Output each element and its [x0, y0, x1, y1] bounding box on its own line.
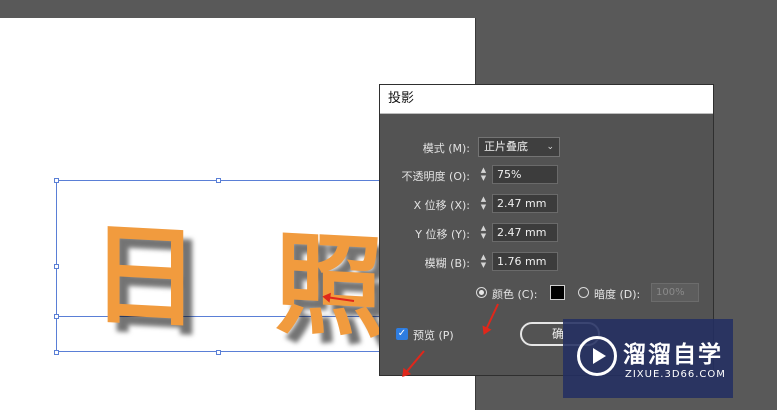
- mode-row: 模式 (M): 正片叠底 ⌄: [380, 137, 713, 157]
- stepper-icon[interactable]: ▲ ▼: [478, 224, 489, 242]
- preview-checkbox[interactable]: ✓: [396, 328, 408, 340]
- color-label: 颜色 (C):: [492, 288, 538, 301]
- dialog-title: 投影: [380, 85, 713, 114]
- color-radio[interactable]: [476, 287, 487, 298]
- selection-handle-bottom-left[interactable]: [54, 350, 59, 355]
- opacity-input[interactable]: 75%: [492, 165, 558, 184]
- x-offset-row: X 位移 (X): ▲ ▼ 2.47 mm: [380, 194, 713, 214]
- blur-row: 模糊 (B): ▲ ▼ 1.76 mm: [380, 252, 713, 272]
- selection-handle-bottom-middle[interactable]: [216, 350, 221, 355]
- darkness-radio[interactable]: [578, 287, 589, 298]
- selection-handle-top-left[interactable]: [54, 178, 59, 183]
- preview-label: 预览 (P): [413, 329, 454, 342]
- y-offset-input[interactable]: 2.47 mm: [492, 223, 558, 242]
- shadow-color-swatch[interactable]: [550, 285, 565, 300]
- blur-label: 模糊 (B):: [424, 257, 470, 270]
- watermark-title: 溜溜自学: [623, 342, 723, 368]
- stepper-icon[interactable]: ▲ ▼: [478, 253, 489, 271]
- blur-input[interactable]: 1.76 mm: [492, 252, 558, 271]
- y-offset-label: Y 位移 (Y):: [415, 228, 470, 241]
- stepper-icon[interactable]: ▲ ▼: [478, 166, 489, 184]
- selection-handle-middle-left[interactable]: [54, 264, 59, 269]
- mode-value: 正片叠底: [484, 140, 528, 153]
- y-offset-row: Y 位移 (Y): ▲ ▼ 2.47 mm: [380, 223, 713, 243]
- stepper-icon[interactable]: ▲ ▼: [478, 195, 489, 213]
- play-logo-icon: [577, 336, 617, 376]
- x-offset-label: X 位移 (X):: [413, 199, 470, 212]
- opacity-row: 不透明度 (O): ▲ ▼ 75%: [380, 165, 713, 185]
- opacity-label: 不透明度 (O):: [401, 170, 470, 183]
- x-offset-input[interactable]: 2.47 mm: [492, 194, 558, 213]
- watermark-url: ZIXUE.3D66.COM: [625, 369, 726, 380]
- mode-select[interactable]: 正片叠底 ⌄: [478, 137, 560, 157]
- selection-handle-top-middle[interactable]: [216, 178, 221, 183]
- darkness-label: 暗度 (D):: [594, 288, 641, 301]
- chevron-down-icon: ⌄: [546, 142, 554, 152]
- watermark: 溜溜自学 ZIXUE.3D66.COM: [563, 319, 733, 398]
- mode-label: 模式 (M):: [422, 142, 470, 155]
- darkness-input[interactable]: 100%: [651, 283, 699, 302]
- selection-handle-lower-left[interactable]: [54, 314, 59, 319]
